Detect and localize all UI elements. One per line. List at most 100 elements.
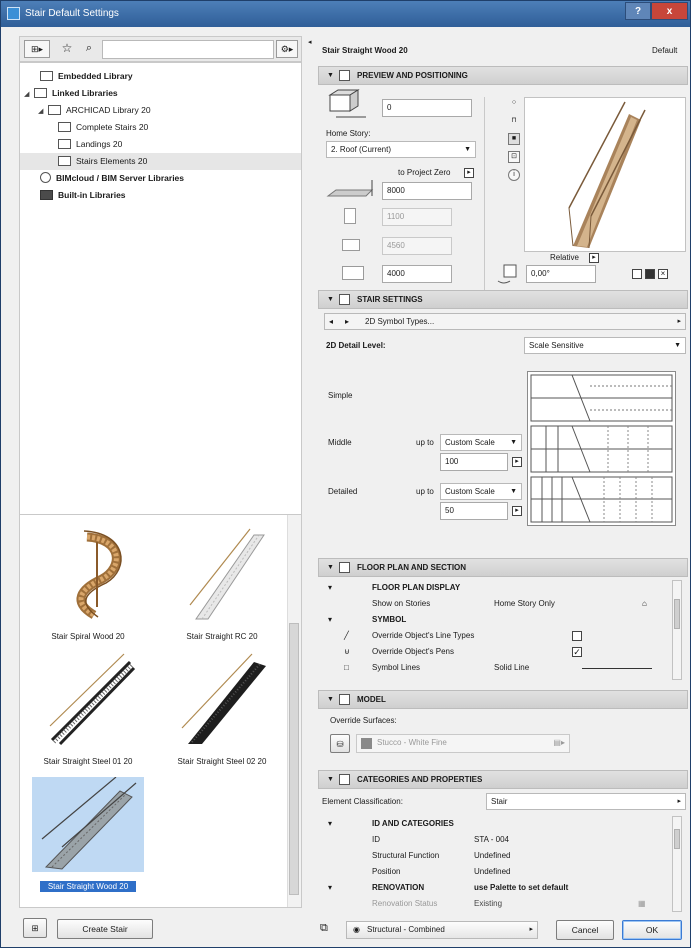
close-button[interactable]: x (651, 2, 688, 20)
detail-level-diagram (527, 371, 676, 526)
surface-picker[interactable]: Stucco - White Fine ▤▸ (356, 734, 570, 753)
width-input[interactable]: 1100 (382, 208, 452, 226)
detailed-scale-dropdown[interactable]: Custom Scale ▼ (440, 483, 522, 500)
property-row[interactable]: ▾ SYMBOL (318, 612, 688, 628)
property-row[interactable]: ⊍ Override Object's Pens ✓ (318, 644, 688, 660)
folder-icon (58, 139, 71, 149)
wood-stair-thumbnail (32, 777, 144, 872)
collapse-arrow-icon: ▼ (327, 296, 334, 303)
scrollbar-thumb[interactable] (289, 623, 299, 895)
section-stair-settings[interactable]: ▼ STAIR SETTINGS (318, 290, 688, 309)
middle-scale-dropdown[interactable]: Custom Scale ▼ (440, 434, 522, 451)
project-zero-input[interactable]: 8000 (382, 182, 472, 200)
section-floor-plan[interactable]: ▼ FLOOR PLAN AND SECTION (318, 558, 688, 577)
angle-input[interactable]: 0,00° (526, 265, 596, 283)
paint-bucket-icon[interactable]: ⛁ (330, 734, 350, 753)
property-row[interactable]: Position Undefined (318, 864, 688, 880)
section-preview-positioning[interactable]: ▼ PREVIEW AND POSITIONING (318, 66, 688, 85)
detailed-scale-input[interactable]: 50 (440, 502, 508, 520)
property-row[interactable]: ▾ RENOVATION use Palette to set default (318, 880, 688, 896)
section-categories[interactable]: ▼ CATEGORIES AND PROPERTIES (318, 770, 688, 789)
library-manager-icon[interactable]: ⊞ (23, 918, 47, 938)
relative-label[interactable]: Relative (550, 252, 579, 264)
folder-icon (58, 156, 71, 166)
ok-button[interactable]: OK (622, 920, 682, 940)
property-row[interactable]: ▾ FLOOR PLAN DISPLAY (318, 580, 688, 596)
gallery-item-straight-steel-01[interactable]: Stair Straight Steel 01 20 (22, 650, 154, 775)
library-search-input[interactable] (102, 40, 274, 59)
section-model[interactable]: ▼ MODEL (318, 690, 688, 709)
cancel-button[interactable]: Cancel (556, 920, 614, 940)
home-story-dropdown[interactable]: 2. Roof (Current) ▼ (326, 141, 476, 158)
popup-arrow-icon[interactable]: ▸ (512, 506, 522, 516)
tree-item-stairs-elements[interactable]: Stairs Elements 20 (20, 153, 301, 170)
height-input[interactable]: 4000 (382, 265, 452, 283)
height-icon (342, 266, 364, 280)
gallery-item-straight-steel-02[interactable]: Stair Straight Steel 02 20 (156, 650, 288, 775)
panel-collapse-icon[interactable]: ◂ (308, 37, 312, 49)
categories-scrollbar[interactable] (672, 816, 682, 912)
gallery-item-straight-wood[interactable]: Stair Straight Wood 20 (22, 775, 154, 900)
floor-plan-icon (339, 562, 350, 573)
mirror-x-icon[interactable] (645, 269, 655, 279)
offset-input[interactable]: 0 (382, 99, 472, 117)
gear-icon[interactable]: ⚙▸ (276, 40, 298, 58)
popup-arrow-icon[interactable]: ▸ (589, 253, 599, 263)
view-mode-icon[interactable]: ⊞▸ (24, 40, 50, 58)
tree-item-archicad-library[interactable]: ARCHICAD Library 20 (48, 102, 151, 119)
window-title: Stair Default Settings (25, 8, 119, 19)
mirror-checkbox[interactable] (632, 269, 642, 279)
middle-scale-input[interactable]: 100 (440, 453, 508, 471)
tree-item-complete-stairs[interactable]: Complete Stairs 20 (58, 119, 148, 136)
view-front-icon[interactable]: ⊓ (508, 116, 520, 128)
next-page-icon[interactable]: ▸ (345, 314, 349, 329)
tree-item-linked-libraries[interactable]: Linked Libraries (34, 85, 118, 102)
classification-dropdown[interactable]: Stair ▸ (486, 793, 686, 810)
view-top-icon[interactable]: ○ (508, 98, 520, 110)
expand-triangle-icon[interactable]: ◢ (38, 107, 43, 115)
library-tree: Embedded Library ◢ Linked Libraries ◢ AR… (19, 62, 302, 546)
dialog-footer: ⧉ ◉ Structural - Combined ▸ Cancel OK (318, 918, 688, 941)
override-line-types-checkbox[interactable] (572, 631, 582, 641)
property-row[interactable]: Show on Stories Home Story Only ⌂ (318, 596, 688, 612)
document-icon (40, 71, 53, 81)
property-row[interactable]: ╱ Override Object's Line Types (318, 628, 688, 644)
scrollbar-thumb[interactable] (674, 829, 680, 849)
previous-page-icon[interactable]: ◂ (329, 314, 333, 329)
tree-item-built-in-libraries[interactable]: Built-in Libraries (40, 187, 126, 204)
property-row[interactable]: □ Symbol Lines Solid Line (318, 660, 688, 676)
layer-dropdown[interactable]: ◉ Structural - Combined ▸ (346, 921, 538, 939)
story-icon: ⌂ (642, 599, 647, 608)
tree-item-bimcloud[interactable]: BIMcloud / BIM Server Libraries (40, 170, 184, 187)
tree-item-embedded-library[interactable]: Embedded Library (40, 68, 133, 85)
info-icon[interactable]: i (508, 169, 520, 181)
dropdown-caret-icon: ▸ (677, 798, 681, 805)
to-project-zero-label[interactable]: to Project Zero (398, 167, 450, 179)
property-row[interactable]: ID STA - 004 (318, 832, 688, 848)
property-row[interactable]: Renovation Status Existing ▦ (318, 896, 688, 912)
view-side-icon[interactable]: ⊡ (508, 151, 520, 163)
page-navigator[interactable]: ◂ ▸ 2D Symbol Types... ▸ (324, 313, 686, 330)
floor-plan-scrollbar[interactable] (672, 580, 682, 680)
gallery-item-label: Stair Straight Wood 20 (40, 881, 136, 892)
create-stair-button[interactable]: Create Stair (57, 919, 153, 939)
popup-arrow-icon[interactable]: ▸ (464, 168, 474, 178)
detail-level-dropdown[interactable]: Scale Sensitive ▼ (524, 337, 686, 354)
length-input[interactable]: 4560 (382, 237, 452, 255)
help-button[interactable]: ? (625, 2, 651, 20)
app-icon (7, 7, 20, 20)
property-row[interactable]: ▾ ID AND CATEGORIES (318, 816, 688, 832)
expand-triangle-icon[interactable]: ◢ (24, 90, 29, 98)
mirror-y-icon[interactable]: × (658, 269, 668, 279)
view-3d-icon[interactable]: ■ (508, 133, 520, 145)
tree-item-landings[interactable]: Landings 20 (58, 136, 122, 153)
override-pens-checkbox[interactable]: ✓ (572, 647, 582, 657)
search-icon[interactable]: ⌕ (76, 40, 102, 58)
popup-arrow-icon[interactable]: ▸ (512, 457, 522, 467)
property-row[interactable]: Structural Function Undefined (318, 848, 688, 864)
gallery-scrollbar[interactable] (287, 515, 301, 907)
gallery-item-straight-rc[interactable]: Stair Straight RC 20 (156, 525, 288, 650)
scrollbar-thumb[interactable] (674, 599, 680, 629)
gallery-item-spiral-wood[interactable]: Stair Spiral Wood 20 (22, 525, 154, 650)
collapse-arrow-icon: ▼ (327, 696, 334, 703)
